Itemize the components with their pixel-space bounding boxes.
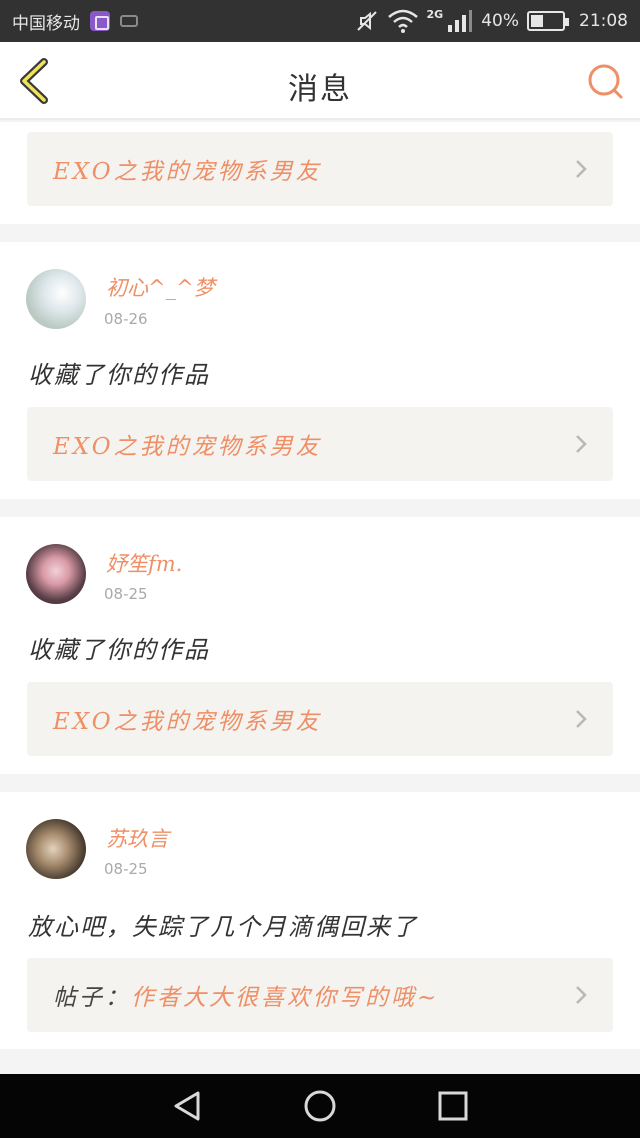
mute-icon — [356, 11, 377, 31]
app-icon — [90, 11, 110, 31]
recents-square-icon — [438, 1091, 468, 1121]
username[interactable]: 苏玖言 — [106, 823, 169, 853]
carrier-label: 中国移动 — [12, 13, 80, 34]
page-title: 消息 — [288, 72, 352, 107]
work-link[interactable]: EXO之我的宠物系男友 — [27, 407, 613, 481]
nav-home-button[interactable] — [300, 1086, 340, 1126]
message-date: 08-25 — [104, 860, 148, 878]
home-circle-icon — [304, 1090, 336, 1122]
nav-back-button[interactable] — [167, 1086, 207, 1126]
message-date: 08-25 — [104, 585, 148, 603]
message-card: EXO之我的宠物系男友 — [0, 122, 640, 224]
wifi-icon — [387, 9, 418, 33]
chevron-right-icon — [576, 986, 587, 1004]
message-card: 苏玖言 08-25 放心吧，失踪了几个月滴偶回来了 帖子： 作者大大很喜欢你写的… — [0, 792, 640, 1049]
username[interactable]: 妤笙fm. — [106, 548, 182, 578]
nav-recents-button[interactable] — [433, 1086, 473, 1126]
search-icon[interactable] — [586, 62, 624, 100]
work-title: EXO之我的宠物系男友 — [53, 434, 322, 460]
message-card: 初心^_^梦 08-26 收藏了你的作品 EXO之我的宠物系男友 — [0, 242, 640, 499]
post-title: 作者大大很喜欢你写的哦~ — [131, 985, 440, 1011]
chevron-right-icon — [576, 435, 587, 453]
work-link[interactable]: EXO之我的宠物系男友 — [27, 132, 613, 206]
clock: 21:08 — [579, 11, 628, 31]
chevron-right-icon — [576, 710, 587, 728]
message-text: 放心吧，失踪了几个月滴偶回来了 — [28, 913, 418, 941]
status-bar: 中国移动 2G 40% 21:08 — [0, 0, 640, 42]
avatar[interactable] — [26, 819, 86, 879]
notification-icon — [120, 15, 138, 27]
message-text: 收藏了你的作品 — [28, 636, 210, 664]
avatar[interactable] — [26, 544, 86, 604]
signal-icon — [448, 10, 473, 32]
post-prefix: 帖子： — [53, 985, 131, 1011]
network-type: 2G — [426, 7, 444, 21]
message-card: 妤笙fm. 08-25 收藏了你的作品 EXO之我的宠物系男友 — [0, 517, 640, 774]
avatar[interactable] — [26, 269, 86, 329]
post-link[interactable]: 帖子： 作者大大很喜欢你写的哦~ — [27, 958, 613, 1032]
battery-icon — [527, 11, 569, 31]
work-title: EXO之我的宠物系男友 — [53, 159, 322, 185]
chevron-right-icon — [576, 160, 587, 178]
message-text: 收藏了你的作品 — [28, 361, 210, 389]
work-link[interactable]: EXO之我的宠物系男友 — [27, 682, 613, 756]
back-triangle-icon — [174, 1091, 200, 1121]
navigation-bar — [0, 1074, 640, 1138]
message-date: 08-26 — [104, 310, 148, 328]
header-bar: 消息 — [0, 42, 640, 120]
username[interactable]: 初心^_^梦 — [106, 272, 215, 302]
work-title: EXO之我的宠物系男友 — [53, 709, 322, 735]
battery-percent: 40% — [481, 11, 519, 31]
